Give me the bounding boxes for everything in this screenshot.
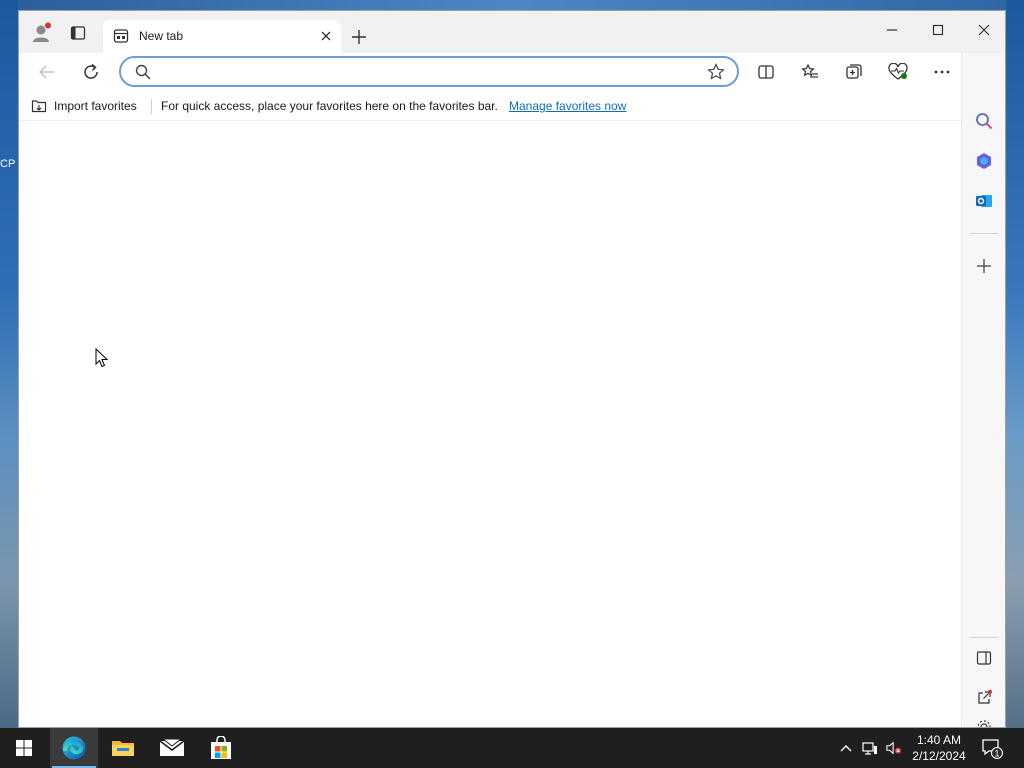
plus-icon (352, 30, 366, 44)
new-tab-button[interactable] (347, 25, 371, 49)
mail-icon (159, 738, 185, 756)
network-icon (862, 742, 877, 755)
start-icon (16, 740, 32, 756)
maximize-button[interactable] (915, 15, 961, 45)
store-icon (211, 736, 231, 759)
refresh-icon (84, 63, 98, 79)
volume-tray-button[interactable] (886, 740, 902, 756)
import-favorites-button[interactable]: Import favorites (31, 98, 137, 114)
tab-actions-button[interactable] (66, 21, 90, 45)
taskbar: 1:40 AM 2/12/2024 1 (0, 728, 1024, 768)
sidebar-settings-button[interactable] (970, 719, 998, 727)
settings-more-button[interactable] (928, 58, 956, 86)
title-bar: New tab (19, 11, 1005, 53)
sidebar-add-button[interactable] (970, 252, 998, 280)
maximize-icon (932, 24, 944, 36)
tab-new-tab[interactable]: New tab (103, 20, 341, 53)
address-bar[interactable] (119, 56, 739, 87)
split-screen-button[interactable] (752, 58, 780, 86)
notification-count: 1 (994, 749, 999, 759)
sidebar-m365-button[interactable] (970, 147, 998, 175)
back-button[interactable] (33, 58, 61, 86)
collections-button[interactable] (840, 58, 868, 86)
minimize-icon (887, 29, 897, 31)
desktop-icon-label-fragment: CP (0, 158, 16, 170)
favorites-separator (151, 99, 152, 114)
gear-icon (977, 720, 991, 727)
clock-date: 2/12/2024 (912, 749, 966, 763)
profile-button[interactable] (29, 21, 53, 45)
edge-icon (62, 736, 86, 760)
page-content[interactable] (19, 122, 963, 727)
outlook-icon (976, 195, 992, 207)
browser-essentials-button[interactable] (884, 58, 912, 86)
mouse-cursor-icon (95, 348, 109, 368)
tab-title: New tab (139, 29, 184, 43)
favorites-bar-message: For quick access, place your favorites h… (161, 99, 498, 113)
arrow-left-icon (38, 65, 54, 79)
taskbar-mail-button[interactable] (148, 728, 196, 768)
sidebar-outlook-button[interactable] (970, 187, 998, 215)
show-hidden-icons-button[interactable] (838, 740, 854, 756)
hide-sidebar-button[interactable] (970, 644, 998, 672)
taskbar-store-button[interactable] (197, 728, 245, 768)
clock-time: 1:40 AM (916, 733, 962, 747)
heart-pulse-icon (888, 63, 908, 80)
taskbar-file-explorer-button[interactable] (99, 728, 147, 768)
microsoft-365-icon (977, 153, 991, 169)
split-screen-icon (758, 65, 774, 79)
close-icon (978, 24, 990, 36)
network-tray-button[interactable] (862, 740, 878, 756)
import-favorites-icon (31, 100, 47, 113)
desktop-background-top (0, 0, 1024, 10)
import-favorites-label: Import favorites (54, 99, 137, 113)
notification-icon: 1 (982, 739, 1003, 759)
start-button[interactable] (0, 728, 48, 768)
taskbar-edge-button[interactable] (50, 728, 98, 768)
external-link-icon (978, 690, 992, 704)
minimize-button[interactable] (869, 15, 915, 45)
external-link-button[interactable] (970, 684, 998, 712)
search-icon (135, 64, 151, 80)
action-center-button[interactable]: 1 (980, 736, 1004, 760)
desktop-background-left (0, 0, 18, 728)
close-window-button[interactable] (961, 15, 1007, 45)
tab-actions-icon (70, 26, 86, 40)
desktop-background-right (1006, 0, 1024, 728)
sidebar-search-button[interactable] (970, 107, 998, 135)
navigation-toolbar (19, 53, 1005, 91)
tab-close-button[interactable] (317, 27, 335, 45)
refresh-button[interactable] (77, 58, 105, 86)
sidebar-separator (970, 233, 998, 234)
plus-icon (977, 259, 991, 273)
favorites-button[interactable] (796, 58, 824, 86)
manage-favorites-link[interactable]: Manage favorites now (509, 99, 626, 113)
volume-muted-icon (886, 741, 902, 755)
more-icon (934, 70, 950, 74)
chevron-up-icon (840, 745, 852, 752)
browser-window: New tab Import favorites For quick acces… (18, 10, 1006, 728)
favorites-list-icon (801, 63, 818, 78)
favorite-star-icon[interactable] (707, 63, 725, 81)
edge-sidebar (961, 53, 1005, 727)
profile-icon (33, 22, 51, 42)
search-icon (976, 113, 993, 130)
file-explorer-icon (112, 741, 134, 756)
sidebar-separator (970, 637, 998, 638)
close-icon (321, 31, 331, 41)
collections-icon (846, 64, 862, 79)
favorites-bar: Import favorites For quick access, place… (19, 91, 963, 121)
taskbar-clock[interactable]: 1:40 AM 2/12/2024 (904, 732, 974, 764)
new-tab-page-icon (113, 29, 129, 43)
address-input[interactable] (161, 62, 701, 82)
sidebar-panel-icon (976, 651, 992, 665)
